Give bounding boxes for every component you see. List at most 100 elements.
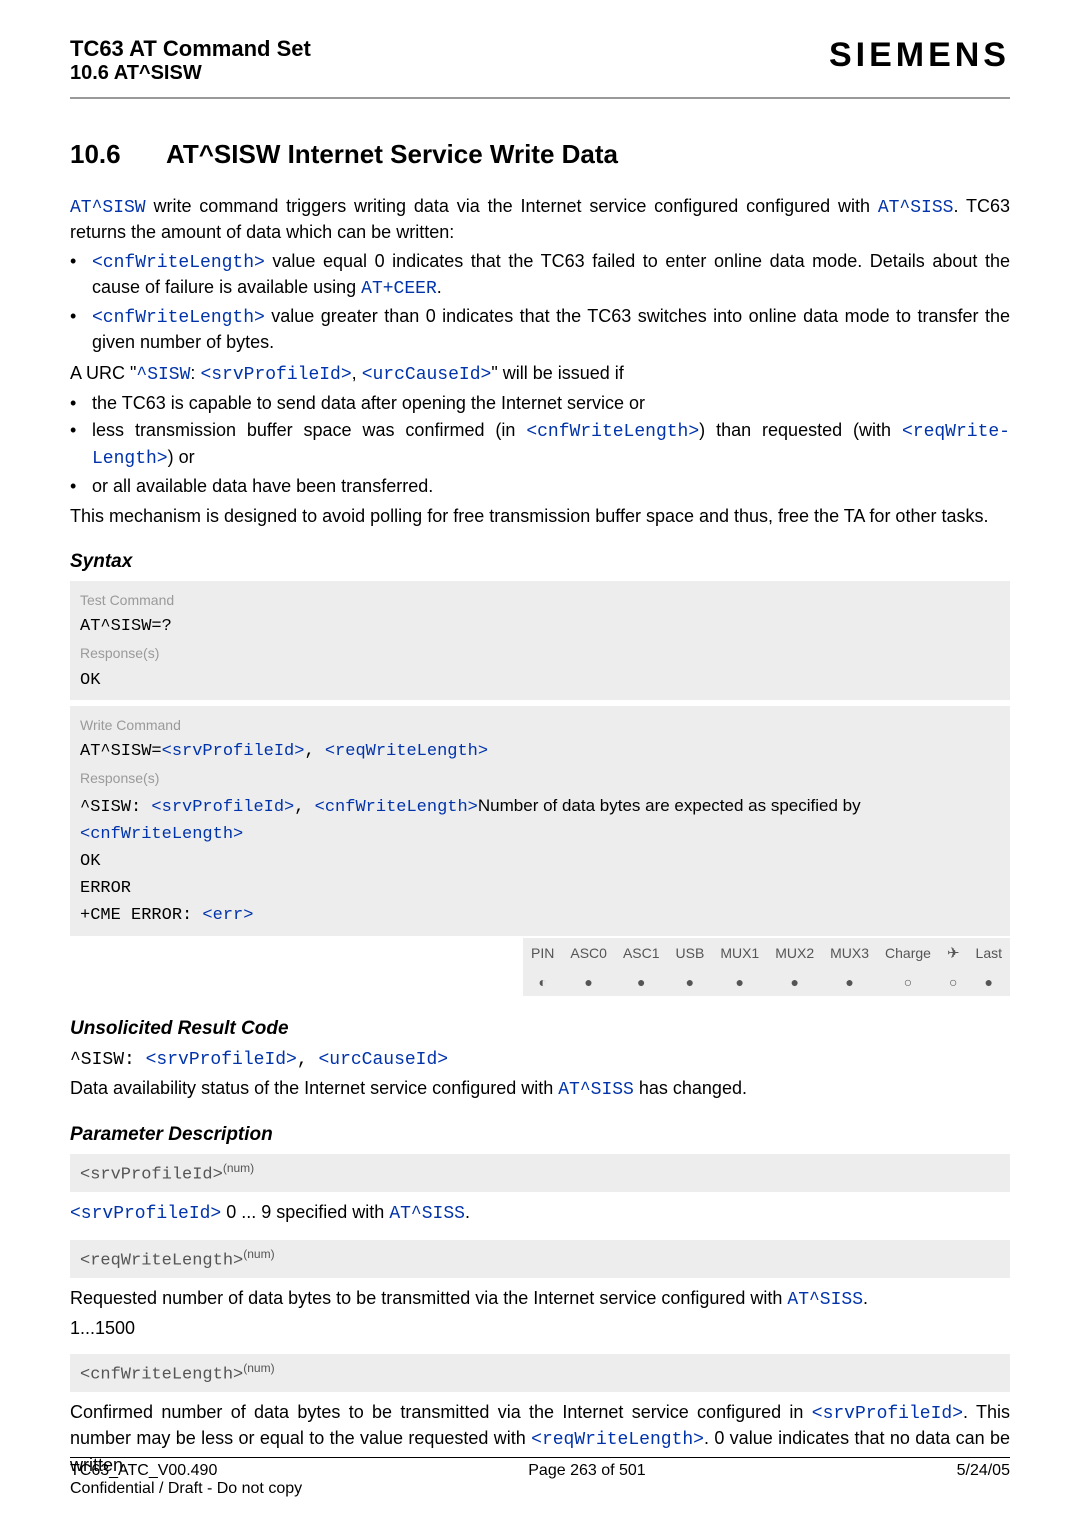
text: " will be issued if <box>491 363 623 383</box>
bullet-4: less transmission buffer space was confi… <box>70 418 1010 471</box>
col-mux3: MUX3 <box>822 938 877 968</box>
text: Requested number of data bytes to be tra… <box>70 1288 787 1308</box>
intro-text: write command triggers writing data via … <box>146 196 878 216</box>
dot-icon: ● <box>615 968 668 996</box>
test-command-label: Test Command <box>80 587 1000 613</box>
response-error: ERROR <box>80 875 1000 902</box>
link-urccauseid[interactable]: <urcCauseId> <box>318 1050 448 1070</box>
footer-page: Page 263 of 501 <box>528 1462 645 1480</box>
bullet-text: or all available data have been transfer… <box>92 476 433 496</box>
footer-rule <box>70 1457 1010 1458</box>
link-reqwritelength[interactable]: <reqWriteLength> <box>325 742 488 761</box>
section-title-text: AT^SISW Internet Service Write Data <box>166 139 618 169</box>
bullet-2: <cnfWriteLength> value greater than 0 in… <box>70 304 1010 355</box>
link-srvprofileid[interactable]: <srvProfileId> <box>200 365 351 385</box>
header-rule <box>70 97 1010 99</box>
dot-icon: ● <box>968 968 1010 996</box>
text: , <box>304 742 324 761</box>
param-srvprofileid-desc: <srvProfileId> 0 ... 9 specified with AT… <box>70 1200 1010 1226</box>
col-asc0: ASC0 <box>562 938 615 968</box>
col-pin: PIN <box>523 938 562 968</box>
link-at-siss[interactable]: AT^SISS <box>389 1204 465 1224</box>
param-type: (num) <box>223 1161 254 1175</box>
footer-confidential: Confidential / Draft - Do not copy <box>70 1480 1010 1498</box>
write-command: AT^SISW=<srvProfileId>, <reqWriteLength> <box>80 738 1000 765</box>
param-heading: Parameter Description <box>70 1124 1010 1146</box>
support-matrix-wrap: PIN ASC0 ASC1 USB MUX1 MUX2 MUX3 Charge … <box>70 938 1010 996</box>
response-ok: OK <box>80 848 1000 875</box>
link-at-siss[interactable]: AT^SISS <box>878 198 954 218</box>
text: , <box>294 798 314 817</box>
text: Number of data bytes are expected as spe… <box>478 796 861 815</box>
param-type: (num) <box>243 1361 274 1375</box>
write-command-label: Write Command <box>80 712 1000 738</box>
text: . <box>863 1288 868 1308</box>
page-footer: TC63_ATC_V00.490 Page 263 of 501 5/24/05… <box>70 1457 1010 1498</box>
link-at-sisw[interactable]: AT^SISW <box>70 198 146 218</box>
param-reqwritelength-desc: Requested number of data bytes to be tra… <box>70 1286 1010 1312</box>
dot-icon: ● <box>562 968 615 996</box>
link-cnfwritelength[interactable]: <cnfWriteLength> <box>92 308 265 328</box>
response-label: Response(s) <box>80 765 1000 791</box>
link-at-ceer[interactable]: AT+CEER <box>361 279 437 299</box>
test-command: AT^SISW=? <box>80 613 1000 640</box>
matrix-data-row: ◐ ● ● ● ● ● ● ○ ○ ● <box>523 968 1010 996</box>
text: ^SISW: <box>70 1050 146 1070</box>
bullet-text: the TC63 is capable to send data after o… <box>92 393 645 413</box>
link-srvprofileid[interactable]: <srvProfileId> <box>146 1050 297 1070</box>
link-at-siss[interactable]: AT^SISS <box>558 1080 634 1100</box>
link-srvprofileid[interactable]: <srvProfileId> <box>812 1404 963 1424</box>
pin-indicator: ◐ <box>523 968 562 996</box>
bullet-1: <cnfWriteLength> value equal 0 indicates… <box>70 249 1010 302</box>
bullet-text: ) or <box>168 447 195 467</box>
text: , <box>352 363 362 383</box>
response-cme: +CME ERROR: <err> <box>80 902 1000 929</box>
param-srvprofileid-code: <srvProfileId>(num) <box>70 1154 1010 1192</box>
param-name: <cnfWriteLength> <box>80 1366 243 1385</box>
intro-bullets-2: the TC63 is capable to send data after o… <box>70 391 1010 498</box>
link-cnfwritelength[interactable]: <cnfWriteLength> <box>315 798 478 817</box>
link-sisw[interactable]: ^SISW <box>136 365 190 385</box>
syntax-test-block: Test Command AT^SISW=? Response(s) OK <box>70 581 1010 700</box>
text: has changed. <box>634 1078 747 1098</box>
link-cnfwritelength[interactable]: <cnfWriteLength> <box>92 253 265 273</box>
text: . <box>465 1202 470 1222</box>
link-cnfwritelength[interactable]: <cnfWriteLength> <box>80 825 243 844</box>
syntax-write-block: Write Command AT^SISW=<srvProfileId>, <r… <box>70 706 1010 936</box>
footer-date: 5/24/05 <box>957 1462 1010 1480</box>
text: A URC " <box>70 363 136 383</box>
param-reqwritelength-code: <reqWriteLength>(num) <box>70 1240 1010 1278</box>
dot-icon: ● <box>767 968 822 996</box>
intro-para-1: AT^SISW write command triggers writing d… <box>70 194 1010 245</box>
link-err[interactable]: <err> <box>202 906 253 925</box>
footer-docid: TC63_ATC_V00.490 <box>70 1462 217 1480</box>
response-ok: OK <box>80 667 1000 694</box>
header-left: TC63 AT Command Set 10.6 AT^SISW <box>70 36 311 85</box>
urc-heading: Unsolicited Result Code <box>70 1018 1010 1040</box>
text: 0 ... 9 specified with <box>221 1202 389 1222</box>
circle-icon: ○ <box>939 968 968 996</box>
link-reqwritelength[interactable]: <reqWriteLength> <box>531 1430 704 1450</box>
col-airplane: ✈ <box>939 938 968 968</box>
brand-logo: SIEMENS <box>829 36 1010 75</box>
circle-icon: ○ <box>877 968 939 996</box>
link-srvprofileid[interactable]: <srvProfileId> <box>151 798 294 817</box>
col-charge: Charge <box>877 938 939 968</box>
link-urccauseid[interactable]: <urcCauseId> <box>362 365 492 385</box>
response-label: Response(s) <box>80 640 1000 666</box>
matrix-header-row: PIN ASC0 ASC1 USB MUX1 MUX2 MUX3 Charge … <box>523 938 1010 968</box>
text: AT^SISW= <box>80 742 162 761</box>
link-cnfwritelength[interactable]: <cnfWriteLength> <box>526 422 699 442</box>
link-srvprofileid[interactable]: <srvProfileId> <box>70 1204 221 1224</box>
text: ^SISW: <box>80 798 151 817</box>
write-response: ^SISW: <srvProfileId>, <cnfWriteLength>N… <box>80 792 1000 848</box>
text: Confirmed number of data bytes to be tra… <box>70 1402 812 1422</box>
bullet-text: less transmission buffer space was confi… <box>92 420 526 440</box>
link-srvprofileid[interactable]: <srvProfileId> <box>162 742 305 761</box>
syntax-heading: Syntax <box>70 551 1010 573</box>
support-matrix: PIN ASC0 ASC1 USB MUX1 MUX2 MUX3 Charge … <box>523 938 1010 996</box>
text: : <box>190 363 200 383</box>
link-at-siss[interactable]: AT^SISS <box>787 1290 863 1310</box>
param-type: (num) <box>243 1247 274 1261</box>
bullet-text: ) than requested (with <box>699 420 902 440</box>
